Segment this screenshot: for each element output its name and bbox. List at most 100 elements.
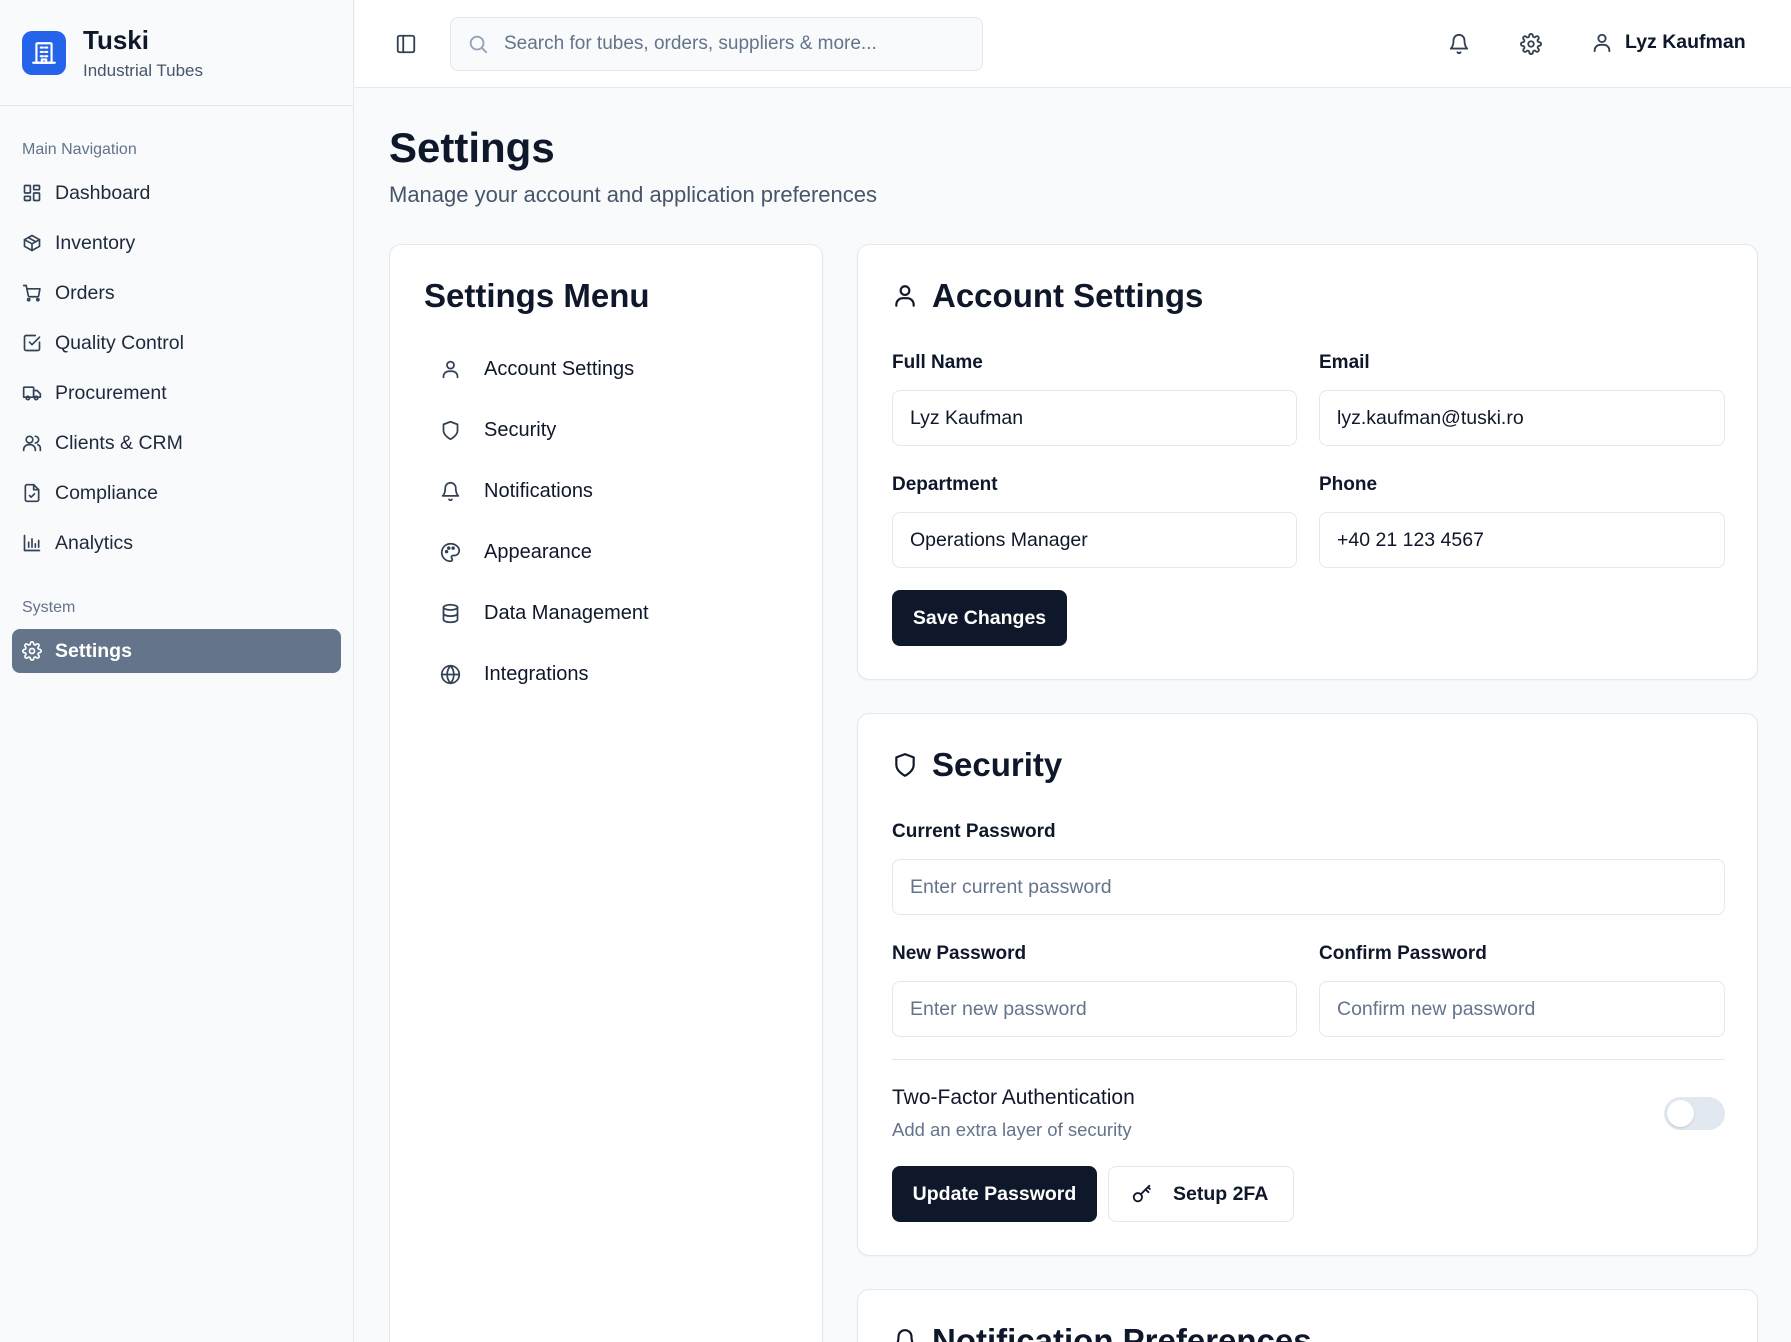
two-factor-toggle[interactable]	[1664, 1097, 1725, 1130]
dashboard-icon	[23, 184, 41, 202]
nav-group-label-main: Main Navigation	[22, 141, 137, 158]
email-field[interactable]	[1319, 390, 1725, 446]
settings-menu-item-security[interactable]: Security	[416, 400, 796, 461]
security-title: Security	[932, 746, 1063, 783]
sidebar-item-label: Analytics	[55, 531, 134, 554]
current-password-label: Current Password	[892, 821, 1056, 842]
bell-icon	[441, 481, 460, 502]
notification-preferences-card: Notification Preferences	[857, 1289, 1758, 1342]
settings-menu-item-notifications[interactable]: Notifications	[416, 461, 796, 522]
new-password-label: New Password	[892, 943, 1027, 964]
sidebar-item-analytics[interactable]: Analytics	[12, 521, 341, 565]
palette-icon	[440, 542, 461, 563]
bar-chart-icon	[23, 534, 41, 552]
gear-icon	[22, 641, 42, 661]
settings-menu-item-label: Notifications	[484, 480, 593, 502]
user-icon	[895, 285, 915, 307]
settings-menu-item-label: Security	[484, 419, 557, 441]
sidebar-item-inventory[interactable]: Inventory	[12, 221, 341, 265]
notification-preferences-title: Notification Preferences	[932, 1322, 1312, 1342]
security-header: Security	[892, 746, 1062, 784]
save-changes-button[interactable]: Save Changes	[892, 590, 1067, 646]
sidebar: Tuski Industrial Tubes Main Navigation D…	[0, 0, 354, 1342]
shield-icon	[442, 420, 459, 441]
settings-menu-item-label: Data Management	[484, 602, 649, 624]
settings-menu-item-integrations[interactable]: Integrations	[416, 644, 796, 705]
sidebar-item-clients-crm[interactable]: Clients & CRM	[12, 421, 341, 465]
phone-label: Phone	[1319, 474, 1378, 495]
search-input[interactable]	[504, 33, 964, 55]
confirm-password-label: Confirm Password	[1319, 943, 1487, 964]
brand-subtitle: Industrial Tubes	[83, 60, 204, 80]
file-check-icon	[24, 483, 40, 503]
update-password-button[interactable]: Update Password	[892, 1166, 1097, 1222]
gear-icon	[1520, 33, 1542, 55]
truck-icon	[22, 386, 42, 401]
globe-icon	[440, 664, 461, 685]
full-name-label: Full Name	[892, 352, 983, 373]
settings-menu-item-appearance[interactable]: Appearance	[416, 522, 796, 583]
cart-icon	[22, 284, 41, 302]
page-subtitle: Manage your account and application pref…	[389, 182, 877, 207]
building-icon	[22, 30, 66, 75]
settings-menu-item-label: Integrations	[484, 663, 589, 685]
bell-icon	[1449, 34, 1469, 55]
sidebar-item-compliance[interactable]: Compliance	[12, 471, 341, 515]
sidebar-item-quality-control[interactable]: Quality Control	[12, 321, 341, 365]
account-settings-title: Account Settings	[932, 277, 1204, 314]
sidebar-item-settings[interactable]: Settings	[12, 629, 341, 673]
two-factor-title: Two-Factor Authentication	[892, 1086, 1135, 1109]
toggle-knob	[1667, 1100, 1694, 1127]
phone-field[interactable]	[1319, 512, 1725, 568]
panel-left-icon	[396, 34, 416, 54]
topbar: Lyz Kaufman	[355, 0, 1791, 88]
sidebar-item-label: Clients & CRM	[55, 431, 183, 454]
page-title: Settings	[389, 124, 555, 171]
settings-menu-list: Account Settings Security Notifications …	[416, 339, 796, 705]
sidebar-item-label: Orders	[55, 281, 115, 304]
sidebar-item-dashboard[interactable]: Dashboard	[12, 171, 341, 215]
setup-2fa-button[interactable]: Setup 2FA	[1108, 1166, 1294, 1222]
security-card: Security Current Password New Password C…	[857, 713, 1758, 1256]
sidebar-item-label: Compliance	[55, 481, 158, 504]
settings-menu-item-label: Appearance	[484, 541, 592, 563]
sidebar-item-label: Inventory	[55, 231, 136, 254]
nav-group-label-system: System	[22, 599, 76, 616]
sidebar-item-label: Settings	[55, 639, 132, 662]
sidebar-toggle-button[interactable]	[395, 33, 417, 55]
current-password-field[interactable]	[892, 859, 1725, 915]
settings-button[interactable]	[1520, 33, 1542, 55]
settings-menu-title: Settings Menu	[424, 277, 650, 314]
user-menu[interactable]: Lyz Kaufman	[1591, 31, 1746, 54]
department-field[interactable]	[892, 512, 1297, 568]
confirm-password-field[interactable]	[1319, 981, 1725, 1037]
sidebar-item-procurement[interactable]: Procurement	[12, 371, 341, 415]
package-icon	[23, 234, 41, 252]
email-label: Email	[1319, 352, 1370, 373]
new-password-field[interactable]	[892, 981, 1297, 1037]
bell-icon	[896, 1329, 914, 1342]
department-label: Department	[892, 474, 998, 495]
setup-2fa-label: Setup 2FA	[1173, 1182, 1269, 1205]
sidebar-item-orders[interactable]: Orders	[12, 271, 341, 315]
user-icon	[442, 360, 459, 379]
sidebar-item-label: Dashboard	[55, 181, 151, 204]
notifications-button[interactable]	[1448, 33, 1470, 55]
sidebar-item-label: Quality Control	[55, 331, 184, 354]
user-name: Lyz Kaufman	[1625, 31, 1746, 53]
users-icon	[22, 435, 42, 452]
settings-menu-card: Settings Menu Account Settings Security …	[389, 244, 823, 1342]
brand: Tuski Industrial Tubes	[0, 0, 353, 106]
key-icon	[1132, 1184, 1151, 1203]
divider	[892, 1059, 1725, 1060]
sidebar-item-label: Procurement	[55, 381, 167, 404]
account-settings-header: Account Settings	[892, 277, 1203, 315]
system-nav: Settings	[0, 629, 353, 673]
settings-menu-item-account[interactable]: Account Settings	[416, 339, 796, 400]
settings-menu-item-data-management[interactable]: Data Management	[416, 583, 796, 644]
account-settings-card: Account Settings Full Name Email Departm…	[857, 244, 1758, 680]
shield-icon	[895, 753, 915, 777]
settings-menu-item-label: Account Settings	[484, 358, 635, 380]
full-name-field[interactable]	[892, 390, 1297, 446]
user-icon	[1593, 33, 1611, 52]
